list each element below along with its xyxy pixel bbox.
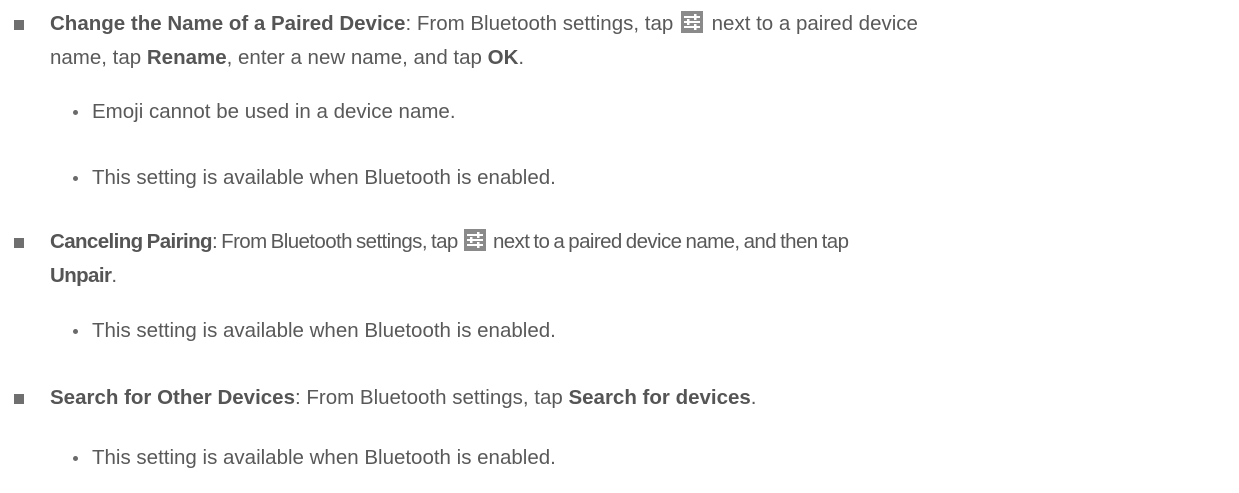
note-text: This setting is available when Bluetooth… bbox=[92, 446, 556, 469]
item-text: next to a paired device name, and then t… bbox=[492, 230, 849, 253]
note-text: This setting is available when Bluetooth… bbox=[92, 166, 556, 189]
note-item: Emoji cannot be used in a device name. bbox=[73, 97, 456, 127]
note-text: Emoji cannot be used in a device name. bbox=[92, 100, 456, 123]
item-line: Search for Other Devices: From Bluetooth… bbox=[50, 381, 1230, 415]
square-bullet bbox=[14, 20, 24, 30]
settings-sliders-icon bbox=[463, 229, 486, 251]
unpair-label: Unpair bbox=[50, 264, 112, 287]
item-line: name, tap Rename, enter a new name, and … bbox=[50, 41, 1230, 75]
item-title: Change the Name of a Paired Device bbox=[50, 12, 406, 35]
note-text: This setting is available when Bluetooth… bbox=[92, 319, 556, 342]
item-text: , enter a new name, and tap bbox=[226, 46, 482, 69]
item-text: . bbox=[750, 386, 757, 409]
search-for-devices-label: Search for devices bbox=[568, 386, 751, 409]
document-page: Change the Name of a Paired Device: From… bbox=[0, 0, 1239, 493]
round-bullet bbox=[73, 456, 78, 461]
settings-sliders-icon bbox=[680, 11, 703, 33]
item-text: name, tap bbox=[50, 46, 142, 69]
rename-label: Rename bbox=[146, 46, 227, 69]
item-text: . bbox=[111, 264, 117, 287]
round-bullet bbox=[73, 110, 78, 115]
item-line: Canceling Pairing: From Bluetooth settin… bbox=[50, 225, 1230, 259]
note-item: This setting is available when Bluetooth… bbox=[73, 443, 556, 473]
item-title: Canceling Pairing bbox=[50, 230, 213, 253]
round-bullet bbox=[73, 329, 78, 334]
list-item-change-name: Change the Name of a Paired Device: From… bbox=[14, 7, 1230, 75]
item-text: next to a paired device bbox=[711, 12, 918, 35]
square-bullet bbox=[14, 238, 24, 248]
item-line: Change the Name of a Paired Device: From… bbox=[50, 7, 1230, 41]
item-text: : From Bluetooth settings, tap bbox=[294, 386, 563, 409]
item-line: Unpair. bbox=[50, 259, 1230, 293]
note-item: This setting is available when Bluetooth… bbox=[73, 163, 556, 193]
item-title: Search for Other Devices bbox=[50, 386, 295, 409]
item-text: . bbox=[518, 46, 525, 69]
list-item-cancel-pairing: Canceling Pairing: From Bluetooth settin… bbox=[14, 225, 1230, 293]
square-bullet bbox=[14, 394, 24, 404]
list-item-search-devices: Search for Other Devices: From Bluetooth… bbox=[14, 381, 1230, 415]
item-text: : From Bluetooth settings, tap bbox=[405, 12, 674, 35]
ok-label: OK bbox=[487, 46, 519, 69]
note-item: This setting is available when Bluetooth… bbox=[73, 316, 556, 346]
round-bullet bbox=[73, 176, 78, 181]
item-text: : From Bluetooth settings, tap bbox=[211, 230, 458, 253]
